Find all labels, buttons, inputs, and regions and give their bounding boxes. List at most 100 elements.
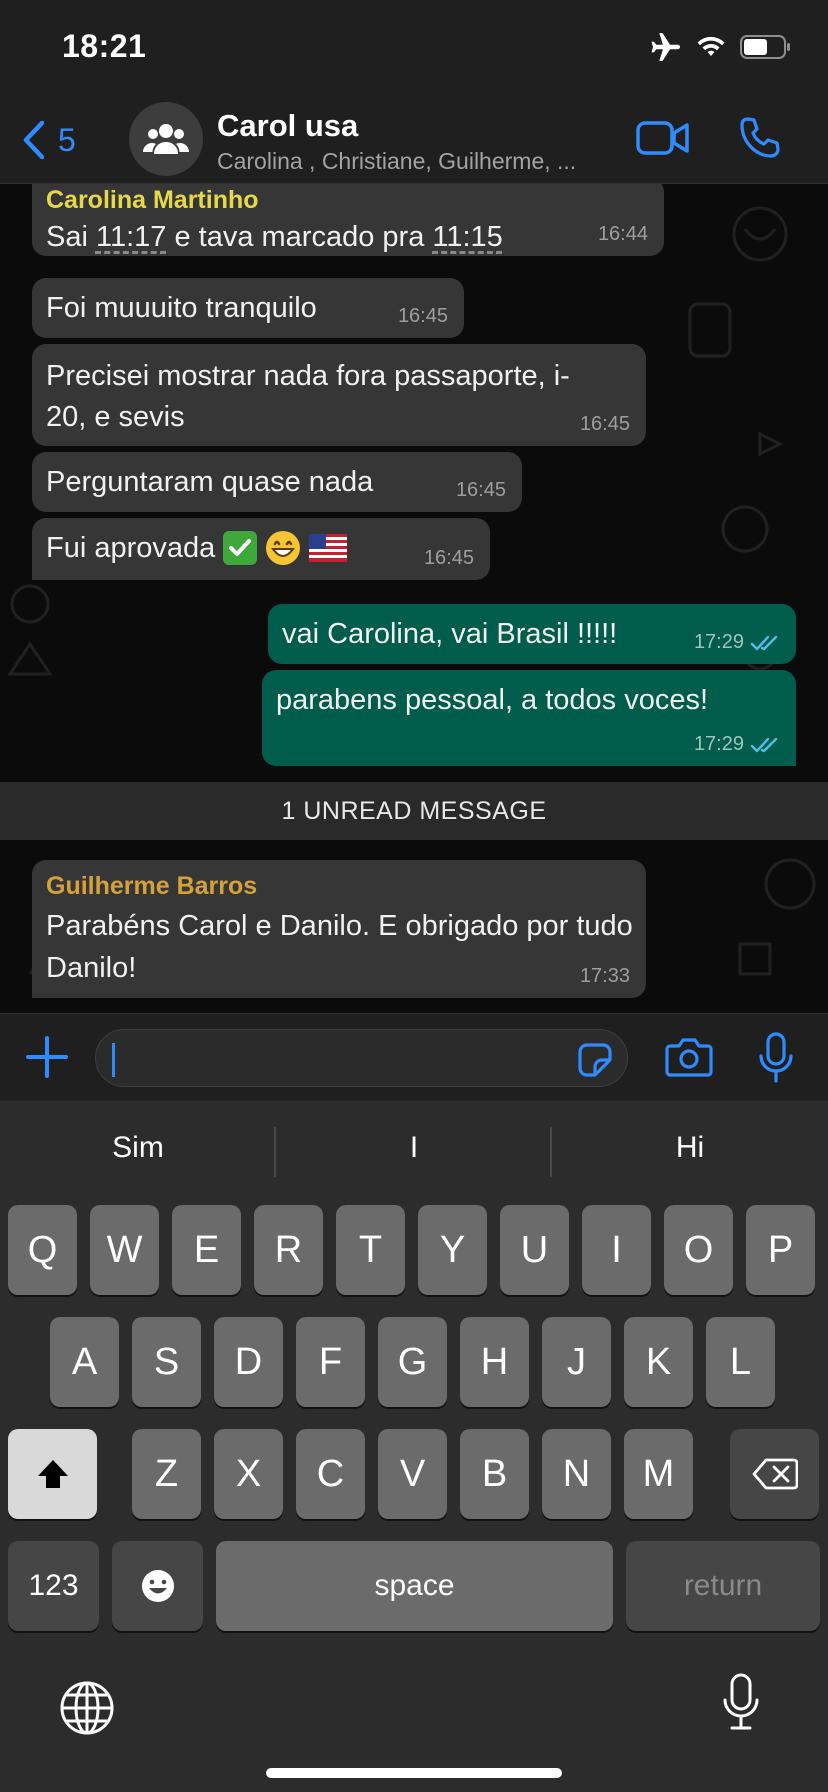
message-sender[interactable]: Guilherme Barros [46,872,632,901]
message-time: 16:44 [597,223,648,245]
message-list[interactable]: Carolina Martinho Sai 11:17 e tava marca… [0,184,828,1013]
sticker-icon [578,1043,612,1077]
group-icon [143,124,189,154]
key-g[interactable]: G [378,1317,447,1407]
us-flag-emoji-icon [309,534,348,562]
key-q[interactable]: Q [8,1205,77,1295]
key-r[interactable]: R [254,1205,323,1295]
key-d[interactable]: D [214,1317,283,1407]
chat-participants[interactable]: Carolina , Christiane, Guilherme, ... [217,148,617,175]
message-time: 16:45 [423,547,474,569]
message-time: 17:29 [694,733,780,756]
message-bubble[interactable]: Guilherme Barros Parabéns Carol e Danilo… [32,860,646,998]
key-n[interactable]: N [542,1429,611,1519]
message-bubble-outgoing[interactable]: vai Carolina, vai Brasil !!!!! 17:29 [268,604,796,664]
grinning-face-emoji-icon [265,530,301,566]
shift-arrow-icon [37,1460,68,1488]
message-time: 16:45 [455,479,506,501]
double-check-icon [750,635,778,650]
message-time: 16:45 [579,413,630,435]
key-m[interactable]: M [624,1429,693,1519]
key-p[interactable]: P [746,1205,815,1295]
key-v[interactable]: V [378,1429,447,1519]
airplane-icon [650,32,682,67]
suggestion[interactable]: Hi [552,1131,828,1165]
delete-key[interactable] [730,1429,819,1519]
microphone-icon [723,1673,759,1730]
message-time: 16:45 [397,305,448,327]
voice-message-button[interactable] [758,1032,794,1089]
predictive-bar: Sim I Hi [0,1101,828,1199]
keyboard-switch-button[interactable] [58,1679,116,1742]
message-text: parabens pessoal, a todos voces! [276,684,709,716]
message-bubble[interactable]: Precisei mostrar nada fora passaporte, i… [32,344,646,446]
emoji-key[interactable] [112,1541,203,1631]
return-key[interactable]: return [626,1541,820,1631]
message-composer [0,1013,828,1101]
suggestion[interactable]: Sim [0,1131,276,1165]
key-s[interactable]: S [132,1317,201,1407]
key-u[interactable]: U [500,1205,569,1295]
suggestion[interactable]: I [276,1131,552,1165]
key-y[interactable]: Y [418,1205,487,1295]
sticker-button[interactable] [577,1042,613,1083]
camera-button[interactable] [665,1036,713,1083]
message-bubble[interactable]: Foi muuuito tranquilo 16:45 [32,278,464,338]
time-link[interactable]: 11:17 [96,221,166,253]
status-bar: 18:21 [0,0,828,96]
wifi-icon [696,35,726,64]
status-icons [650,32,792,67]
message-text: Precisei mostrar nada fora passaporte, i… [46,360,570,433]
message-text: Perguntaram quase nada [46,466,374,498]
key-z[interactable]: Z [132,1429,201,1519]
key-w[interactable]: W [90,1205,159,1295]
chat-header: 5 Carol usa Carolina , Christiane, Guilh… [0,96,828,184]
attach-button[interactable] [24,1034,70,1085]
text-cursor [112,1043,115,1077]
key-c[interactable]: C [296,1429,365,1519]
check-mark-emoji-icon [223,531,258,565]
group-avatar[interactable] [129,102,203,176]
dictation-button[interactable] [722,1673,760,1736]
keyboard: Sim I Hi Q W E R T Y U I O P A S D F G H… [0,1101,828,1792]
emoji-face-icon [141,1570,174,1602]
key-o[interactable]: O [664,1205,733,1295]
key-a[interactable]: A [50,1317,119,1407]
back-button[interactable]: 5 [22,116,76,164]
key-h[interactable]: H [460,1317,529,1407]
time-link[interactable]: 11:15 [432,221,502,253]
numbers-key[interactable]: 123 [8,1541,99,1631]
message-bubble[interactable]: Fui aprovada 16:45 [32,518,490,580]
chat-title[interactable]: Carol usa [217,108,358,144]
key-f[interactable]: F [296,1317,365,1407]
shift-key[interactable] [8,1429,97,1519]
message-sender[interactable]: Carolina Martinho [46,186,650,215]
unread-messages-divider: 1 UNREAD MESSAGE [0,782,828,840]
home-indicator[interactable] [266,1768,562,1778]
video-camera-icon [636,121,689,155]
message-text: Foi muuuito tranquilo [46,292,317,324]
key-k[interactable]: K [624,1317,693,1407]
backspace-icon [752,1458,798,1490]
camera-icon [665,1038,713,1077]
key-l[interactable]: L [706,1317,775,1407]
microphone-icon [759,1032,793,1083]
message-bubble-outgoing[interactable]: parabens pessoal, a todos voces! 17:29 [262,670,796,766]
key-t[interactable]: T [336,1205,405,1295]
message-bubble[interactable]: Perguntaram quase nada 16:45 [32,452,522,512]
message-bubble[interactable]: Carolina Martinho Sai 11:17 e tava marca… [32,184,664,256]
key-b[interactable]: B [460,1429,529,1519]
key-j[interactable]: J [542,1317,611,1407]
key-e[interactable]: E [172,1205,241,1295]
message-input[interactable] [95,1029,628,1087]
video-call-button[interactable] [636,118,690,163]
key-x[interactable]: X [214,1429,283,1519]
message-time: 17:33 [579,965,630,987]
key-i[interactable]: I [582,1205,651,1295]
unread-chats-count: 5 [58,121,76,158]
battery-icon [740,34,792,65]
status-time: 18:21 [62,28,147,64]
voice-call-button[interactable] [738,116,782,165]
message-text: Parabéns Carol e Danilo. E obrigado por … [46,910,633,984]
space-key[interactable]: space [216,1541,613,1631]
